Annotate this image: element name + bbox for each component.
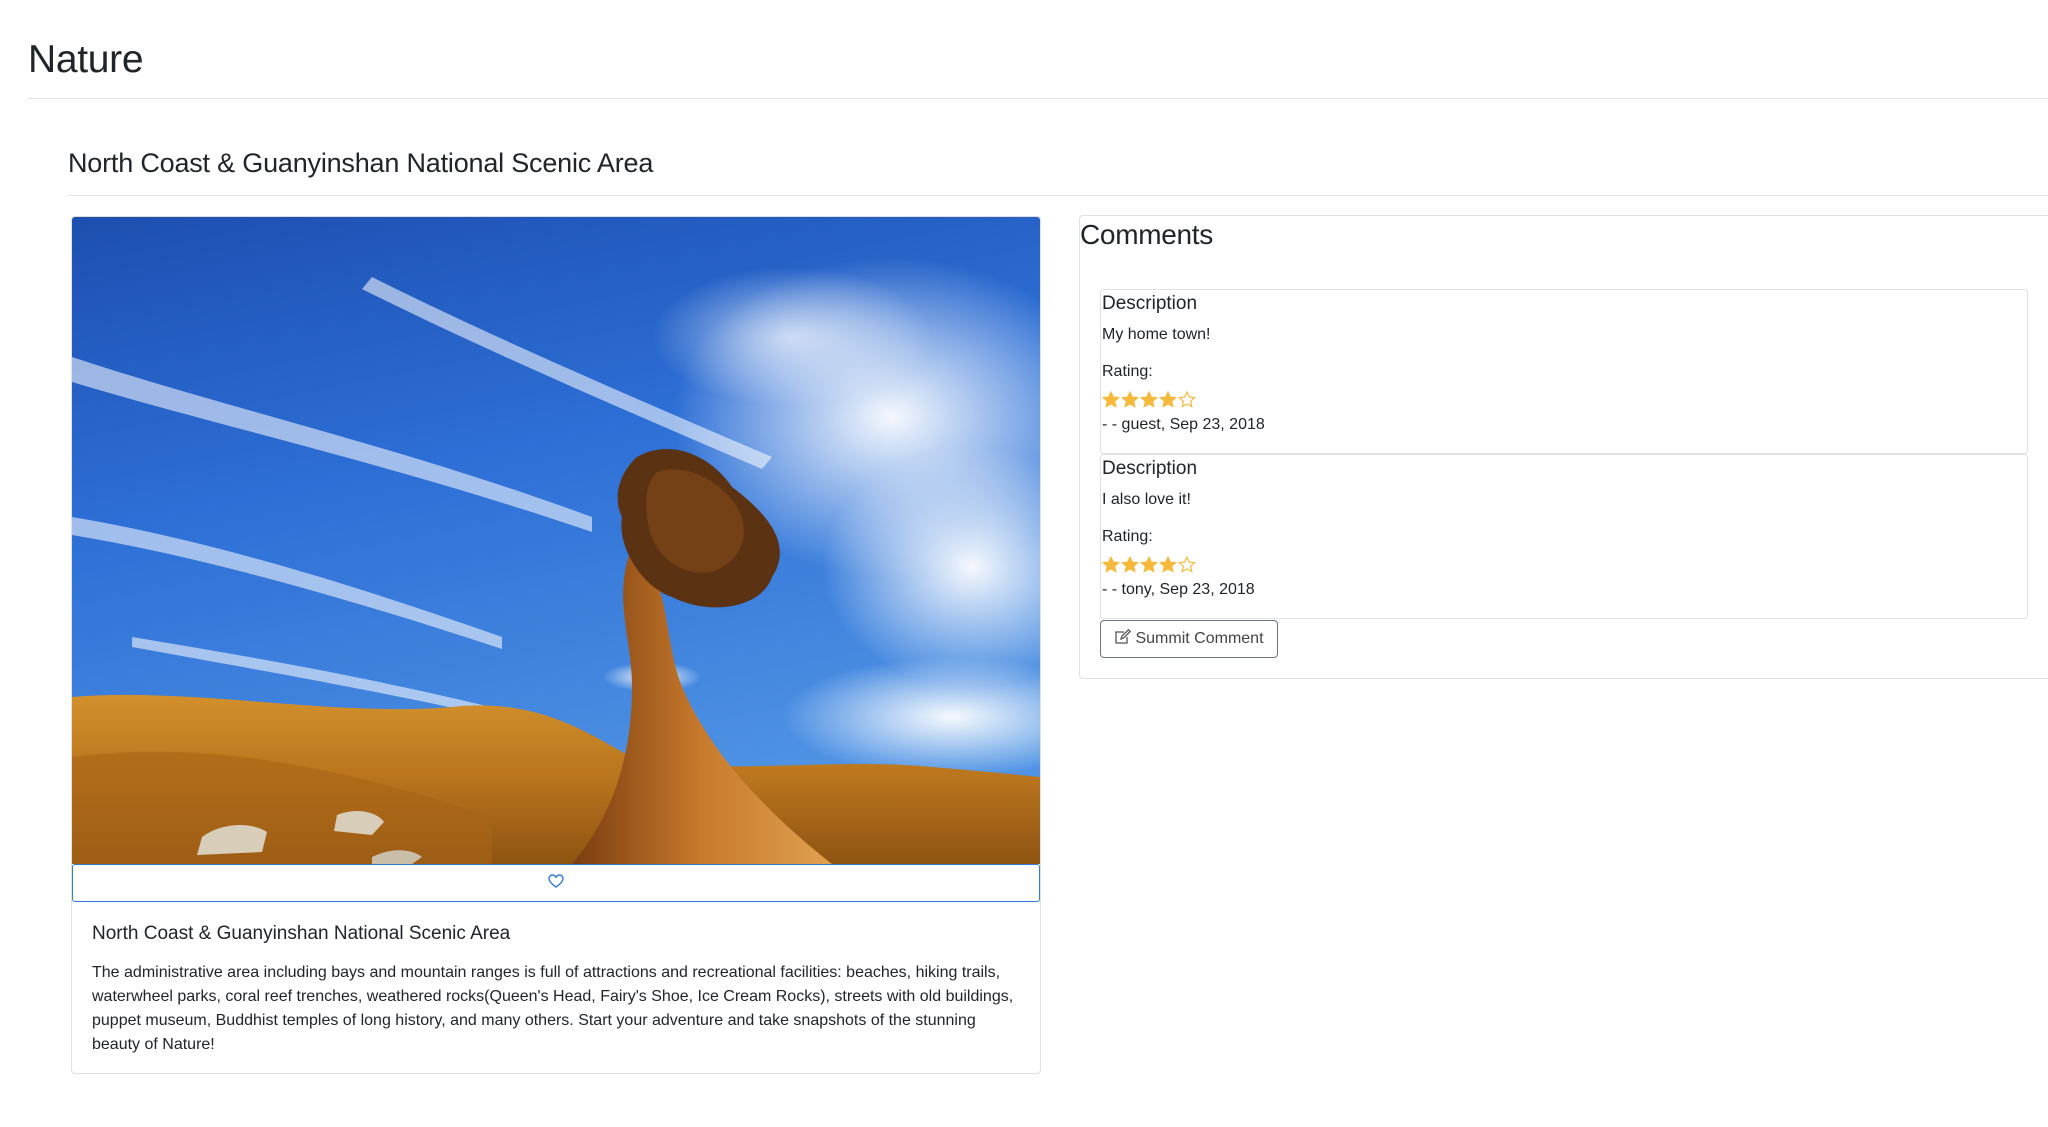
star-empty-icon [1178, 391, 1196, 408]
star-filled-icon [1121, 391, 1139, 408]
submit-comment-label: Summit Comment [1135, 630, 1264, 647]
comment-title: Description [1102, 293, 1198, 314]
submit-comment-button[interactable]: Summit Comment [1100, 620, 1278, 658]
page-title: Nature [28, 38, 144, 81]
card-title: North Coast & Guanyinshan National Sceni… [92, 923, 511, 944]
star-rating [1102, 556, 1196, 573]
star-filled-icon [1102, 556, 1120, 573]
rating-label: Rating: [1102, 363, 1153, 380]
attraction-image [72, 217, 1040, 864]
comment-byline: - - guest, Sep 23, 2018 [1102, 416, 1265, 433]
comment-item: Description I also love it! Rating: - - … [1100, 454, 2028, 619]
star-filled-icon [1140, 556, 1158, 573]
comment-text: I also love it! [1102, 491, 1191, 508]
edit-icon [1114, 628, 1132, 650]
comment-text: My home town! [1102, 326, 1211, 343]
star-filled-icon [1159, 391, 1177, 408]
rating-label: Rating: [1102, 528, 1153, 545]
star-empty-icon [1178, 556, 1196, 573]
star-filled-icon [1140, 391, 1158, 408]
attraction-card: North Coast & Guanyinshan National Sceni… [71, 216, 1041, 1074]
comment-item: Description My home town! Rating: - - gu… [1100, 289, 2028, 454]
page-divider [28, 98, 2048, 99]
star-filled-icon [1102, 391, 1120, 408]
star-filled-icon [1121, 556, 1139, 573]
section-divider [68, 195, 2048, 196]
like-button[interactable] [72, 864, 1040, 902]
comments-heading: Comments [1080, 219, 1213, 250]
card-description: The administrative area including bays a… [92, 964, 1014, 1053]
star-filled-icon [1159, 556, 1177, 573]
heart-outline-icon [548, 873, 564, 893]
star-rating [1102, 391, 1196, 408]
comment-title: Description [1102, 458, 1198, 479]
comment-byline: - - tony, Sep 23, 2018 [1102, 581, 1255, 598]
section-title: North Coast & Guanyinshan National Sceni… [68, 148, 654, 178]
